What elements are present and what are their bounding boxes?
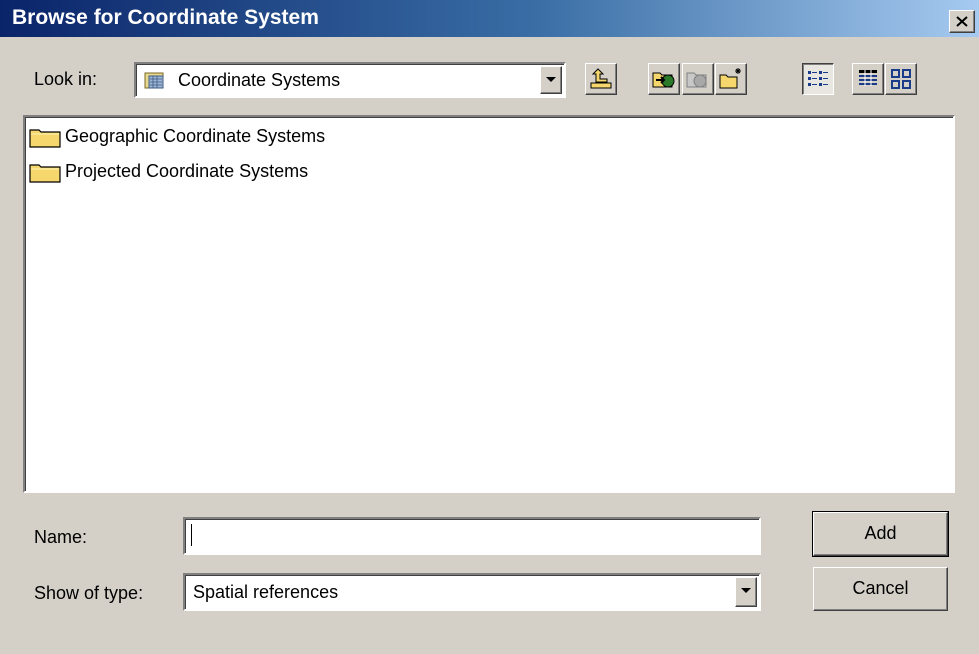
list-item-label: Geographic Coordinate Systems (65, 126, 326, 146)
thumbnails-view-button[interactable] (885, 63, 917, 95)
look-in-label: Look in: (34, 69, 98, 89)
name-input[interactable] (189, 521, 755, 547)
connect-to-folder-button[interactable] (648, 63, 680, 95)
disconnect-from-folder-button[interactable] (682, 63, 714, 95)
connect-folder-icon (652, 72, 675, 88)
list-view-icon (808, 71, 828, 86)
thumbnails-view-icon (891, 69, 911, 89)
up-folder-icon (590, 68, 612, 89)
new-folder-button[interactable] (715, 63, 747, 95)
browse-dialog: Browse for Coordinate System Look in: Co… (0, 0, 979, 654)
file-list[interactable]: Geographic Coordinate Systems Projected … (23, 115, 955, 493)
new-folder-icon (719, 68, 741, 89)
cancel-button[interactable]: Cancel (813, 567, 948, 611)
look-in-combo[interactable]: Coordinate Systems (134, 62, 566, 98)
title-bar[interactable]: Browse for Coordinate System (0, 0, 979, 37)
show-of-type-label: Show of type: (34, 583, 144, 603)
disconnect-folder-icon (686, 72, 707, 88)
coordinate-systems-icon (144, 72, 164, 89)
add-button[interactable]: Add (812, 511, 949, 557)
folder-icon (29, 129, 61, 148)
show-of-type-value: Spatial references (193, 582, 339, 602)
up-one-level-button[interactable] (585, 63, 617, 95)
chevron-down-icon (741, 588, 751, 593)
text-caret (191, 524, 192, 546)
list-item-label: Projected Coordinate Systems (65, 161, 309, 181)
window-title: Browse for Coordinate System (12, 6, 319, 29)
look-in-value: Coordinate Systems (178, 70, 341, 90)
chevron-down-icon (546, 77, 556, 82)
details-view-icon (859, 70, 877, 86)
name-label: Name: (34, 527, 88, 547)
look-in-dropdown-button[interactable] (540, 66, 562, 94)
show-of-type-dropdown-button[interactable] (735, 577, 757, 607)
list-view-button[interactable] (802, 63, 834, 95)
close-icon (956, 16, 968, 27)
folder-icon (29, 164, 61, 183)
close-button[interactable] (949, 10, 975, 33)
name-field[interactable] (183, 517, 761, 555)
details-view-button[interactable] (852, 63, 884, 95)
show-of-type-combo[interactable]: Spatial references (183, 573, 761, 611)
